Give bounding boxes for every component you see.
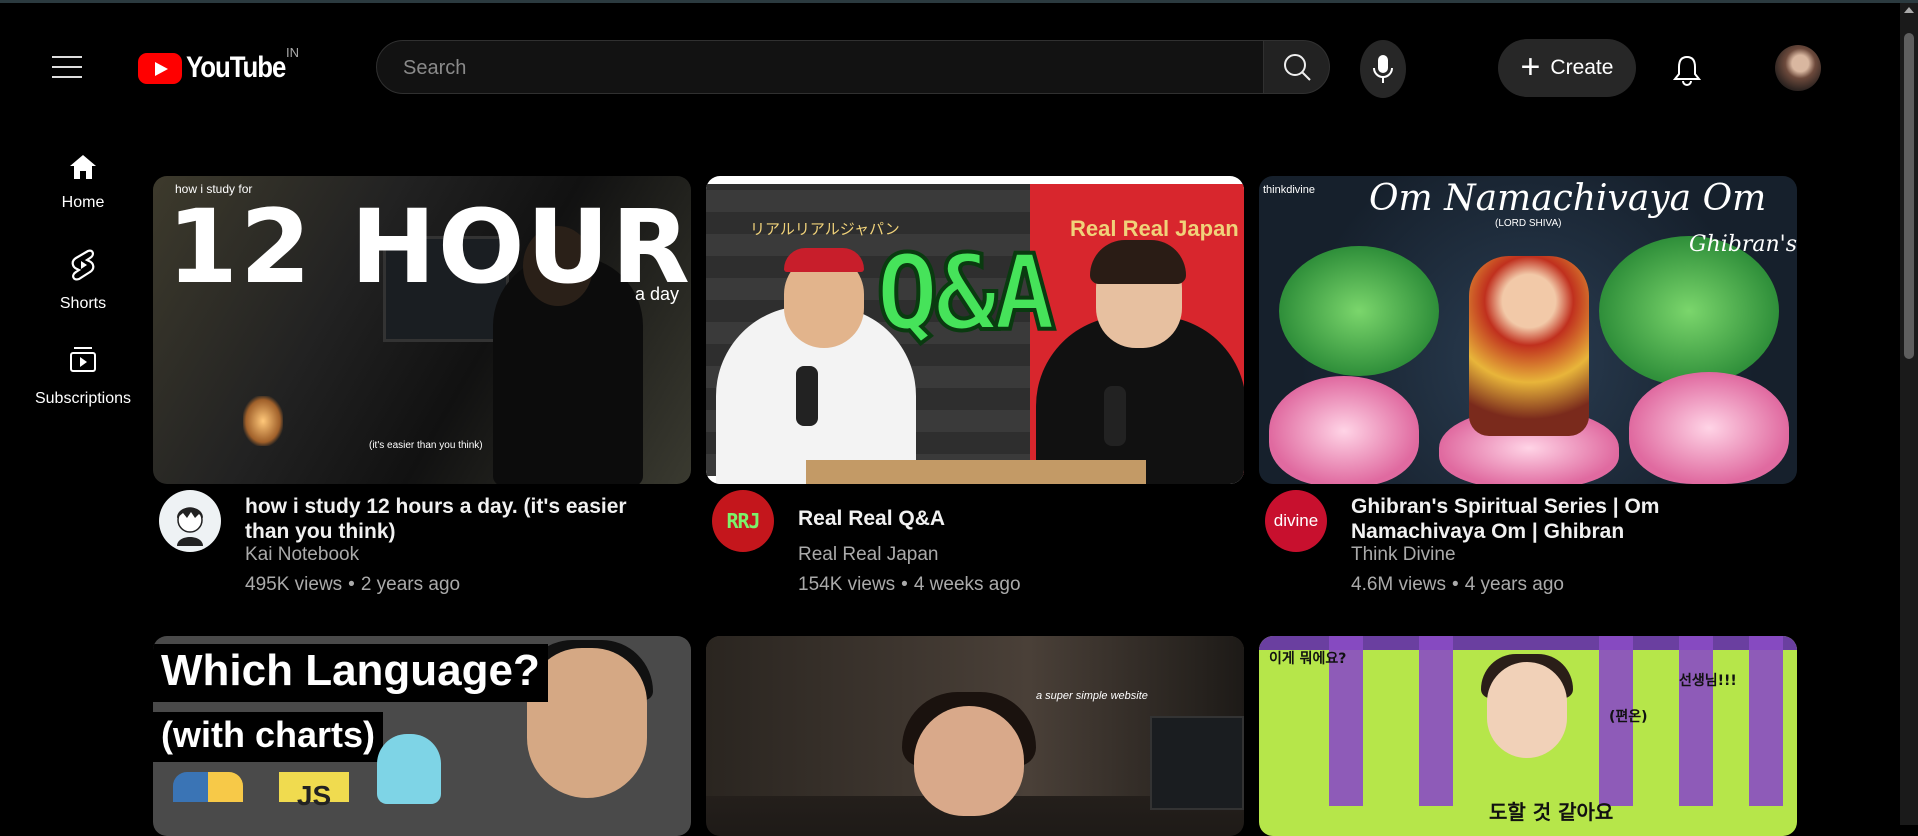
thumb-text: Ghibran's bbox=[1689, 232, 1797, 257]
video-title[interactable]: Ghibran's Spiritual Series | Om Namachiv… bbox=[1351, 494, 1771, 544]
thumb-art bbox=[796, 366, 818, 426]
channel-avatar[interactable]: divine bbox=[1265, 490, 1327, 552]
thumb-text: a super simple website bbox=[1036, 690, 1148, 702]
youtube-logo[interactable]: YouTube bbox=[138, 51, 301, 85]
video-thumbnail[interactable]: a super simple website bbox=[706, 636, 1244, 836]
channel-name[interactable]: Kai Notebook bbox=[245, 544, 359, 566]
separator-dot: • bbox=[901, 574, 908, 595]
channel-avatar-text: RRJ bbox=[726, 509, 760, 533]
home-icon bbox=[70, 155, 96, 179]
search-input[interactable] bbox=[401, 41, 1245, 95]
javascript-logo-icon: JS bbox=[279, 772, 349, 811]
video-thumbnail[interactable]: how i study for 12 HOURS a day (it's eas… bbox=[153, 176, 691, 484]
sidebar-item-label: Home bbox=[61, 194, 105, 211]
thumb-art bbox=[1150, 716, 1244, 810]
menu-line bbox=[52, 66, 82, 68]
separator-dot: • bbox=[348, 574, 355, 595]
region-code: IN bbox=[286, 45, 299, 60]
thumb-text: (편온) bbox=[1609, 709, 1648, 725]
channel-avatar[interactable] bbox=[159, 490, 221, 552]
voice-search-button[interactable] bbox=[1360, 40, 1406, 98]
video-title[interactable]: how i study 12 hours a day. (it's easier… bbox=[245, 494, 665, 544]
create-label: Create bbox=[1550, 56, 1614, 79]
bell-icon bbox=[1672, 55, 1702, 86]
python-logo-icon bbox=[173, 772, 243, 802]
video-title[interactable]: Real Real Q&A bbox=[798, 506, 1218, 531]
thumb-text: (LORD SHIVA) bbox=[1495, 218, 1562, 229]
notifications-button[interactable] bbox=[1667, 50, 1707, 90]
scrollbar-thumb[interactable] bbox=[1904, 33, 1914, 359]
account-avatar[interactable] bbox=[1775, 45, 1821, 91]
thumb-art bbox=[1469, 256, 1589, 436]
video-meta: 4.6M views • 4 years ago bbox=[1351, 574, 1564, 596]
thumb-art bbox=[806, 460, 1146, 484]
thumb-text: Which Language? bbox=[153, 644, 548, 702]
video-thumbnail[interactable]: Which Language? (with charts) JS bbox=[153, 636, 691, 836]
video-thumbnail[interactable]: 이게 뭐에요? (편온) 선생님!!! 도할 것 같아요 bbox=[1259, 636, 1797, 836]
video-meta: 495K views • 2 years ago bbox=[245, 574, 460, 596]
menu-line bbox=[52, 56, 82, 58]
upload-age: 4 weeks ago bbox=[913, 574, 1021, 595]
shorts-icon bbox=[71, 249, 95, 281]
sidebar-item-label: Subscriptions bbox=[34, 390, 132, 407]
sidebar-item-subscriptions[interactable]: Subscriptions bbox=[0, 346, 166, 408]
thumb-text: Q&A bbox=[874, 230, 1058, 356]
thumb-art bbox=[1090, 240, 1186, 284]
menu-line bbox=[52, 76, 82, 78]
thumb-art bbox=[784, 248, 864, 272]
upload-age: 4 years ago bbox=[1464, 574, 1564, 595]
cartoon-avatar-icon bbox=[177, 507, 203, 546]
thumb-text: 이게 뭐에요? bbox=[1269, 651, 1347, 667]
thumb-text: Om Namachivaya Om bbox=[1369, 178, 1767, 219]
thumb-text: thinkdivine bbox=[1263, 184, 1315, 196]
thumb-art bbox=[1279, 246, 1439, 376]
thumb-text: 도할 것 같아요 bbox=[1489, 800, 1614, 824]
upload-age: 2 years ago bbox=[360, 574, 461, 595]
channel-avatar[interactable]: RRJ bbox=[712, 490, 774, 552]
thumb-art bbox=[1749, 636, 1783, 806]
page-scrollbar[interactable] bbox=[1900, 3, 1918, 825]
thumb-text: (with charts) bbox=[153, 712, 384, 762]
guide-menu-button[interactable] bbox=[44, 47, 90, 87]
thumb-art bbox=[1679, 636, 1713, 806]
sidebar-item-home[interactable]: Home bbox=[0, 152, 166, 212]
masthead: YouTube IN + Create bbox=[0, 3, 1900, 133]
go-gopher-icon bbox=[377, 734, 441, 804]
view-count: 4.6M views bbox=[1351, 574, 1447, 595]
video-thumbnail[interactable]: thinkdivine Om Namachivaya Om (LORD SHIV… bbox=[1259, 176, 1797, 484]
thumb-art bbox=[243, 396, 283, 446]
thumb-text: a day bbox=[635, 284, 680, 304]
sidebar-item-shorts[interactable]: Shorts bbox=[0, 248, 166, 313]
logo-wordmark: YouTube bbox=[186, 51, 286, 84]
thumb-art bbox=[1487, 662, 1567, 758]
search-icon bbox=[1283, 54, 1311, 81]
thumb-art bbox=[1269, 376, 1419, 484]
thumb-art bbox=[1599, 236, 1779, 386]
view-count: 495K views bbox=[245, 574, 343, 595]
thumb-text: 12 HOURS bbox=[167, 188, 691, 307]
subscriptions-icon bbox=[70, 347, 96, 372]
search-box bbox=[376, 40, 1264, 95]
create-button[interactable]: + Create bbox=[1498, 39, 1636, 97]
youtube-play-icon bbox=[138, 52, 182, 84]
channel-avatar-text: divine bbox=[1273, 511, 1319, 530]
separator-dot: • bbox=[1452, 574, 1459, 595]
video-meta: 154K views • 4 weeks ago bbox=[798, 574, 1021, 596]
thumb-text: (it's easier than you think) bbox=[369, 440, 483, 451]
thumb-text: Real Real Japan bbox=[1070, 216, 1239, 241]
thumb-art bbox=[1629, 372, 1789, 484]
thumb-text: 선생님!!! bbox=[1679, 673, 1737, 689]
video-thumbnail[interactable]: リアルリアルジャパン Real Real Japan Q&A bbox=[706, 176, 1244, 484]
scroll-up-arrow-icon[interactable] bbox=[1904, 7, 1914, 13]
search-button[interactable] bbox=[1264, 40, 1330, 94]
view-count: 154K views bbox=[798, 574, 896, 595]
channel-name[interactable]: Real Real Japan bbox=[798, 544, 938, 566]
channel-name[interactable]: Think Divine bbox=[1351, 544, 1456, 566]
thumb-art bbox=[1419, 636, 1453, 806]
plus-icon: + bbox=[1520, 47, 1541, 86]
thumb-art bbox=[914, 706, 1024, 816]
thumb-art bbox=[1104, 386, 1126, 446]
microphone-icon bbox=[1373, 55, 1393, 83]
sidebar-item-label: Shorts bbox=[59, 295, 107, 312]
